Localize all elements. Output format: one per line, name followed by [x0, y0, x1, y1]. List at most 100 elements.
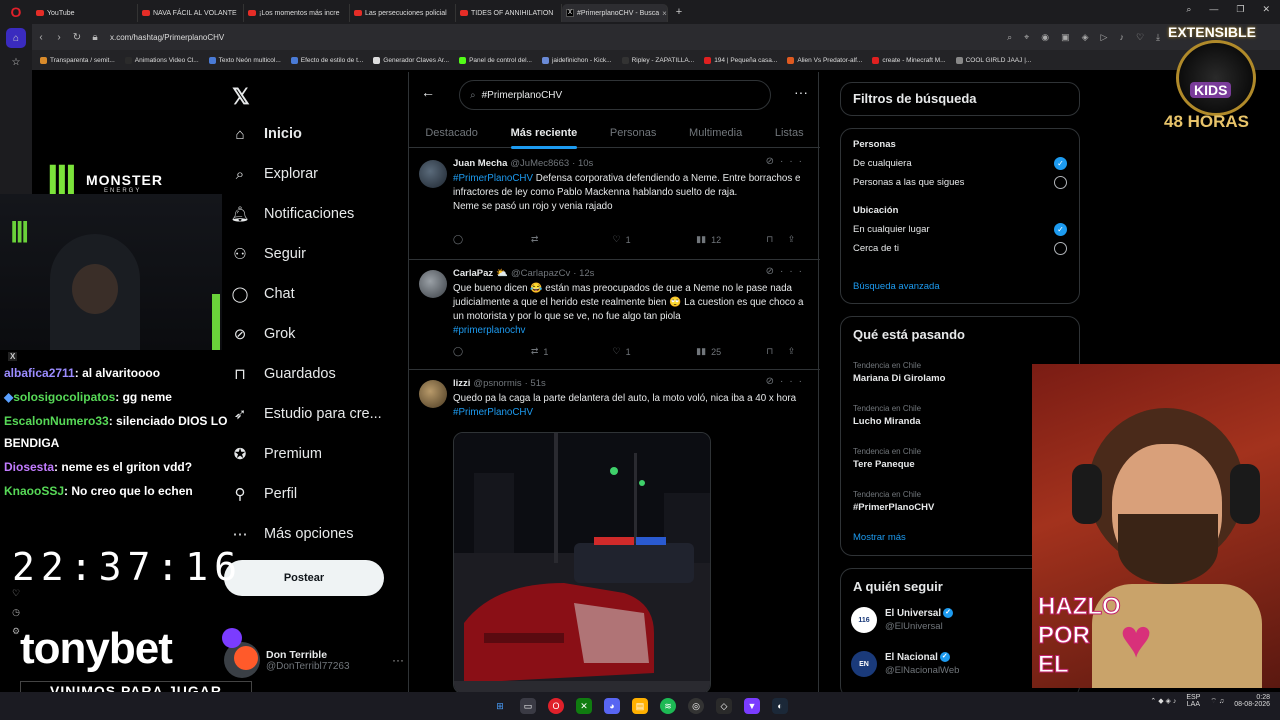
heart-icon[interactable]: ♡ — [12, 588, 20, 599]
reply-icon[interactable]: ◯ — [453, 234, 531, 245]
share-icon[interactable]: ⇪ — [788, 234, 809, 245]
tweet-photo[interactable] — [453, 432, 711, 694]
browser-tab[interactable]: X #PrimerplanoCHV - Busca × — [562, 4, 668, 22]
grok-more-icons[interactable]: ⊘··· — [766, 376, 808, 387]
filter-anywhere-radio[interactable]: ✓ — [1054, 223, 1067, 236]
tweet-time[interactable]: · 10s — [572, 158, 593, 169]
repost-icon[interactable]: ⇄ — [531, 234, 613, 245]
like-button[interactable]: ♡ 1 — [613, 234, 697, 245]
browser-tab[interactable]: Las persecuciones policial — [350, 4, 456, 22]
browser-tab[interactable]: YouTube — [32, 4, 138, 22]
tweet-time[interactable]: · 51s — [525, 378, 546, 389]
more-dots-icon[interactable]: ··· — [392, 653, 404, 667]
follow-handle[interactable]: @ElNacionalWeb — [885, 665, 959, 676]
grok-more-icons[interactable]: ⊘··· — [766, 156, 808, 167]
hashtag-link[interactable]: #primerplanochv — [453, 325, 525, 336]
shield-icon[interactable]: ◈ — [1082, 32, 1089, 43]
browser-tab[interactable]: TIDES OF ANNIHILATION — [456, 4, 562, 22]
nav-item-inicio[interactable]: ⌂ Inicio — [230, 120, 301, 148]
bookmark-item[interactable]: Panel de control del... — [459, 56, 532, 64]
bookmark-icon[interactable]: ⊓ — [766, 346, 787, 357]
network-icon[interactable]: ⌔ ♫ — [1210, 697, 1224, 706]
browser-tab[interactable]: ¡Los momentos más incre — [244, 4, 350, 22]
follow-name[interactable]: El Nacional — [885, 652, 938, 663]
trend-item[interactable]: Tendencia en Chile Mariana Di Girolamo — [853, 361, 945, 384]
trend-item[interactable]: Tendencia en Chile Tere Paneque — [853, 447, 921, 470]
follow-handle[interactable]: @ElUniversal — [885, 621, 953, 632]
bookmark-item[interactable]: create - Minecraft M... — [872, 56, 946, 64]
history-icon[interactable]: ◷ — [12, 607, 20, 618]
follow-name[interactable]: El Universal — [885, 608, 941, 619]
close-window-button[interactable]: ✕ — [1262, 4, 1270, 15]
tweet-author[interactable]: Juan Mecha — [453, 158, 507, 169]
trend-item[interactable]: Tendencia en Chile #PrimerPlanoCHV — [853, 490, 934, 513]
advanced-search-link[interactable]: Búsqueda avanzada — [853, 281, 940, 292]
show-more-link[interactable]: Mostrar más — [853, 532, 906, 543]
url-field[interactable]: x.com/hashtag/PrimerplanoCHV — [110, 33, 224, 42]
heart-icon[interactable]: ♡ — [1136, 32, 1144, 43]
tweet-author[interactable]: CarlaPaz — [453, 268, 493, 279]
filter-following-radio[interactable] — [1054, 176, 1067, 189]
bookmark-item[interactable]: jaidefinichon - Kick... — [541, 56, 612, 64]
tweet-handle[interactable]: @JuMec8663 — [510, 158, 569, 169]
language-indicator[interactable]: ESP — [1186, 694, 1200, 701]
grok-more-icons[interactable]: ⊘··· — [766, 266, 808, 277]
new-tab-button[interactable]: + — [672, 5, 686, 19]
play-icon[interactable]: ▷ — [1101, 32, 1108, 43]
steam-icon[interactable]: ◐ — [772, 698, 788, 714]
tab-personas[interactable]: Personas — [610, 118, 656, 148]
tab-destacado[interactable]: Destacado — [425, 118, 478, 148]
app-icon[interactable]: ◇ — [716, 698, 732, 714]
obs-icon[interactable]: ◎ — [688, 698, 704, 714]
reload-icon[interactable]: ↻ — [68, 32, 86, 43]
bookmark-item[interactable]: Generador Claves Ar... — [373, 56, 449, 64]
tab-multimedia[interactable]: Multimedia — [689, 118, 742, 148]
tweet[interactable]: Juan Mecha @JuMec8663 · 10s ⊘··· #Primer… — [409, 150, 820, 260]
filter-near-radio[interactable] — [1054, 242, 1067, 255]
settings-icon[interactable]: ⚙ — [12, 626, 20, 637]
post-button[interactable]: Postear — [224, 560, 384, 596]
bookmark-item[interactable]: Animations Video Cl... — [124, 56, 199, 64]
bookmark-item[interactable]: Transparenta / semit... — [40, 56, 115, 64]
tweet[interactable]: lizzi @psnormis · 51s ⊘··· Quedo pa la c… — [409, 370, 820, 694]
pin-icon[interactable]: ☆ — [6, 52, 26, 72]
bookmark-item[interactable]: Ripley - ZAPATILLA... — [621, 56, 694, 64]
camera-icon[interactable]: ◉ — [1041, 32, 1049, 43]
avatar[interactable] — [419, 160, 447, 188]
filter-near-label[interactable]: Cerca de ti — [853, 243, 899, 254]
app-icon[interactable]: ▼ — [744, 698, 760, 714]
repost-button[interactable]: ⇄ 1 — [531, 346, 613, 357]
windows-start-icon[interactable]: ⊞ — [492, 698, 508, 714]
like-button[interactable]: ♡ 1 — [613, 346, 697, 357]
opera-logo-icon[interactable]: O — [0, 0, 32, 24]
tweet-time[interactable]: · 12s — [573, 268, 594, 279]
filter-anywhere-label[interactable]: En cualquier lugar — [853, 224, 930, 235]
nav-item-notificaciones[interactable]: 🔔︎ Notificaciones — [230, 200, 354, 228]
close-tab-icon[interactable]: × — [662, 9, 667, 18]
tweet-author[interactable]: lizzi — [453, 378, 470, 389]
x-logo-icon[interactable]: 𝕏 — [232, 84, 250, 110]
more-dots-icon[interactable]: ··· — [794, 84, 808, 100]
tweet[interactable]: CarlaPaz ⛅ @CarlapazCv · 12s ⊘··· Que bu… — [409, 260, 820, 370]
tray-icons[interactable]: ⌃ ◆ ◈ ♪ — [1150, 697, 1176, 705]
tab-más-reciente[interactable]: Más reciente — [510, 118, 577, 149]
filter-anyone-radio[interactable]: ✓ — [1054, 157, 1067, 170]
music-icon[interactable]: ♪ — [1119, 32, 1124, 43]
hashtag-link[interactable]: #PrimerPlanoCHV — [453, 173, 533, 184]
bookmark-item[interactable]: 194 | Pequeña casa... — [704, 56, 777, 64]
filter-anyone-label[interactable]: De cualquiera — [853, 158, 912, 169]
views-button[interactable]: ▮▮ 12 — [696, 234, 766, 245]
tweet-handle[interactable]: @CarlapazCv — [511, 268, 570, 279]
bookmark-item[interactable]: COOL GIRLD JAAJ |... — [955, 56, 1031, 64]
share-icon[interactable]: ⇪ — [788, 346, 809, 357]
avatar[interactable] — [419, 380, 447, 408]
avatar[interactable] — [419, 270, 447, 298]
nav-item-seguir[interactable]: ⚇ Seguir — [230, 240, 306, 268]
follow-suggestion[interactable]: EN El Nacional ✓ @ElNacionalWeb — [851, 651, 959, 677]
folder-icon[interactable]: ▤ — [632, 698, 648, 714]
tray-date[interactable]: 08-08-2026 — [1234, 701, 1270, 708]
translate-icon[interactable]: ⌖ — [1024, 32, 1029, 43]
search-tabs-icon[interactable]: ⌕ — [1186, 4, 1191, 15]
nav-item-perfil[interactable]: ⚲ Perfil — [230, 480, 298, 508]
spotify-icon[interactable]: ≋ — [660, 698, 676, 714]
